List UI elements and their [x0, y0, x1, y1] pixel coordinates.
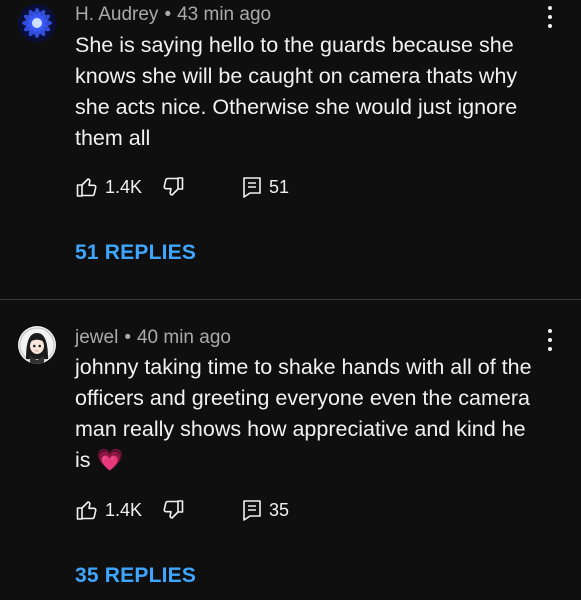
view-replies-link[interactable]: 51 REPLIES [75, 241, 196, 265]
thumbs-up-icon [76, 501, 97, 520]
thumbs-up-icon [76, 178, 97, 197]
like-count: 1.4K [105, 176, 143, 197]
dislike-button[interactable] [161, 497, 185, 523]
heart-emoji: 💗 [96, 448, 124, 472]
more-options-icon [548, 6, 552, 10]
more-options-icon-dot [548, 15, 552, 19]
dislike-button[interactable] [161, 174, 185, 200]
comment-divider [0, 299, 581, 300]
avatar[interactable] [18, 326, 56, 364]
comment-timestamp: 43 min ago [177, 4, 272, 25]
author-name[interactable]: H. Audrey [75, 4, 158, 25]
author-name[interactable]: jewel [75, 327, 118, 348]
thumbs-down-icon [163, 177, 184, 196]
view-replies-link[interactable]: 35 REPLIES [75, 564, 196, 588]
comment-text: She is saying hello to the guards becaus… [75, 30, 545, 154]
comment-body: She is saying hello to the guards becaus… [75, 33, 518, 150]
reply-button[interactable]: 35 [241, 497, 289, 523]
more-options-icon-dot [548, 347, 552, 351]
reply-count: 35 [269, 499, 290, 520]
anime-girl-avatar-icon [18, 326, 56, 364]
more-options-icon [548, 329, 552, 333]
avatar[interactable] [18, 4, 56, 42]
more-options-button[interactable] [547, 329, 553, 356]
more-options-icon-dot [548, 24, 552, 28]
like-button[interactable]: 1.4K [75, 174, 142, 200]
comment-thread: H. Audrey • 43 min ago She is saying hello… [0, 0, 581, 300]
more-options-icon-dot [548, 338, 552, 342]
comment-icon [243, 177, 261, 198]
comment-body: johnny taking time to shake hands with a… [75, 355, 532, 472]
comment-timestamp: 40 min ago [136, 327, 231, 348]
separator-dot: • [124, 327, 131, 348]
comment-text: johnny taking time to shake hands with a… [75, 352, 545, 476]
comment-header: jewel • 40 min ago [75, 327, 231, 349]
more-options-button[interactable] [547, 6, 553, 33]
reply-button[interactable]: 51 [241, 174, 289, 200]
reply-count: 51 [269, 176, 290, 197]
comment-thread: jewel • 40 min ago johnny taking time to s… [0, 301, 581, 600]
like-button[interactable]: 1.4K [75, 497, 142, 523]
blue-flower-avatar-icon [18, 4, 56, 42]
separator-dot: • [164, 4, 172, 25]
thumbs-down-icon [163, 500, 184, 519]
comment-icon [243, 500, 261, 521]
like-count: 1.4K [105, 499, 143, 520]
comment-header: H. Audrey • 43 min ago [75, 4, 271, 26]
